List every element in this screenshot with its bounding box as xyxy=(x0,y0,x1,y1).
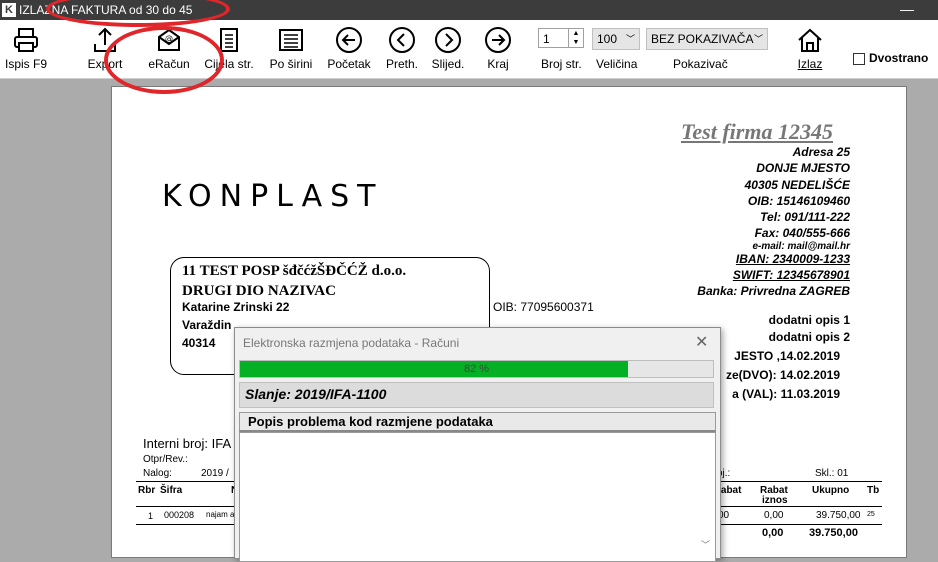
zoom-value: 100 xyxy=(597,32,618,46)
chevron-down-icon: ﹀ xyxy=(625,34,635,44)
extra-desc-1: dodatni opis 1 xyxy=(768,313,850,327)
print-button[interactable]: Ispis F9 xyxy=(0,20,52,78)
otpr-label: Otpr/Rev.: xyxy=(143,454,188,465)
company-place: DONJE MJESTO xyxy=(756,161,850,175)
minimize-button[interactable]: — xyxy=(900,0,914,18)
pointer-value: BEZ POKAZIVAČA xyxy=(651,32,754,46)
problems-header-label: Popis problema kod razmjene podataka xyxy=(248,414,493,429)
col-sifra: Šifra xyxy=(160,485,183,496)
edi-dialog: Elektronska razmjena podataka - Računi ✕… xyxy=(234,327,721,562)
progress-text: 82 % xyxy=(463,363,490,375)
company-city: 40305 NEDELIŠĆE xyxy=(744,178,850,192)
company-oib: OIB: 15146109460 xyxy=(747,194,850,208)
nalog-value: 2019 / xyxy=(201,468,229,479)
company-iban: IBAN: 2340009-1233 xyxy=(735,252,850,266)
arrow-right-icon xyxy=(485,27,511,53)
company-bank: Banka: Privredna ZAGREB xyxy=(697,284,850,298)
dialog-title: Elektronska razmjena podataka - Računi xyxy=(243,336,460,350)
prev-button[interactable]: Preth. xyxy=(380,20,424,78)
page-number-label: Broj str. xyxy=(541,57,582,71)
internal-number: Interni broj: IFA xyxy=(143,436,232,451)
company-name: Test firma 12345 xyxy=(681,119,833,144)
chevron-down-icon: ﹀ xyxy=(753,34,763,44)
company-address: Adresa 25 xyxy=(792,145,850,159)
customer-street: Katarine Zrinski 22 xyxy=(182,300,290,314)
company-fax: Fax: 040/555-666 xyxy=(754,226,850,240)
place-date: JESTO ,14.02.2019 xyxy=(734,349,840,363)
printer-icon xyxy=(14,28,38,52)
customer-oib: OIB: 77095600371 xyxy=(493,300,594,314)
row-ukupno: 39.750,00 xyxy=(816,510,861,521)
end-button[interactable]: Kraj xyxy=(476,20,520,78)
duplex-checkbox[interactable] xyxy=(853,53,865,65)
row-sifra: 000208 xyxy=(164,510,195,520)
home-icon xyxy=(798,28,822,52)
app-icon: K xyxy=(2,3,16,17)
dvo-date: ze(DVO): 14.02.2019 xyxy=(725,368,840,382)
total-rabat-iznos: 0,00 xyxy=(762,527,784,539)
val-date: a (VAL): 11.03.2019 xyxy=(732,387,840,401)
nalog-label: Nalog: xyxy=(143,468,172,479)
close-icon[interactable]: ✕ xyxy=(695,332,708,352)
company-logo: KONPLAST xyxy=(162,179,384,214)
pointer-select[interactable]: BEZ POKAZIVAČA ﹀ xyxy=(646,28,768,50)
company-email: e-mail: mail@mail.hr xyxy=(752,241,850,252)
chevron-right-icon xyxy=(435,27,461,53)
next-button[interactable]: Slijed. xyxy=(426,20,470,78)
exit-button[interactable]: Izlaz xyxy=(788,20,832,78)
company-tel: Tel: 091/111-222 xyxy=(760,210,850,224)
pointer-label: Pokazivač xyxy=(673,57,728,71)
customer-name-2: DRUGI DIO NAZIVAC xyxy=(182,283,336,299)
row-naziv: najam a xyxy=(206,510,235,519)
progress-bar: 82 % xyxy=(239,360,714,378)
end-label: Kraj xyxy=(487,57,509,71)
col-rabat-iznos-2: iznos xyxy=(762,495,788,506)
start-button[interactable]: Početak xyxy=(322,20,376,78)
chevron-left-icon xyxy=(389,27,415,53)
page-number-stepper[interactable]: 1 ▲ ▼ xyxy=(538,28,584,48)
prev-label: Preth. xyxy=(385,57,418,71)
col-rbr: Rbr xyxy=(138,485,156,496)
customer-name: 11 TEST POSP šđčćžŠĐČĆŽ d.o.o. xyxy=(182,263,407,279)
col-tb: Tb xyxy=(867,485,880,496)
row-tb: 25 xyxy=(867,511,875,518)
stepper-arrows-icon[interactable]: ▲ ▼ xyxy=(568,29,583,47)
arrow-left-icon xyxy=(336,27,362,53)
zoom-label: Veličina xyxy=(596,57,638,71)
page-width-label: Po širini xyxy=(269,57,313,71)
annotation-oval-eracun xyxy=(104,26,224,94)
customer-zip: 40314 xyxy=(182,336,216,350)
duplex-label: Dvostrano xyxy=(869,51,929,65)
company-swift: SWIFT: 12345678901 xyxy=(732,268,850,282)
start-label: Početak xyxy=(327,57,371,71)
page-number-value: 1 xyxy=(543,32,550,46)
problems-list[interactable] xyxy=(239,432,716,562)
page-width-icon xyxy=(279,29,303,51)
extra-desc-2: dodatni opis 2 xyxy=(768,330,850,344)
scroll-down-icon[interactable]: ﹀ xyxy=(701,538,710,551)
print-label: Ispis F9 xyxy=(4,57,47,71)
next-label: Slijed. xyxy=(431,57,465,71)
zoom-select[interactable]: 100 ﹀ xyxy=(592,28,640,50)
row-rbr: 1 xyxy=(148,511,154,521)
exit-label: Izlaz xyxy=(797,57,823,71)
customer-city: Varaždin xyxy=(182,318,232,332)
page-width-button[interactable]: Po širini xyxy=(264,20,318,78)
skl-value: Skl.: 01 xyxy=(815,468,849,479)
status-text: Slanje: 2019/IFA-1100 xyxy=(245,386,387,402)
total-ukupno: 39.750,00 xyxy=(809,527,858,539)
col-ukupno: Ukupno xyxy=(812,485,850,496)
row-rabat-iznos: 0,00 xyxy=(764,510,784,521)
